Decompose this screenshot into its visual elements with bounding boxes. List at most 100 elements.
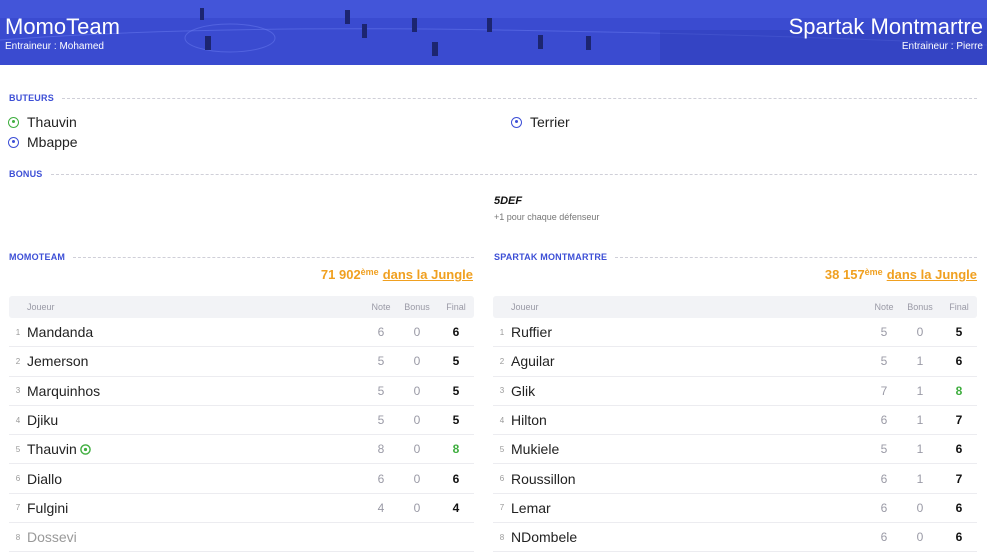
home-team-label: MOMOTEAM: [9, 252, 66, 262]
away-rank-number: 38 157: [824, 267, 865, 282]
table-row[interactable]: 1 Ruffier 5 0 5: [493, 318, 977, 348]
player-bonus: 1: [916, 471, 924, 486]
table-row[interactable]: 3 Marquinhos 5 0 5: [9, 377, 474, 406]
player-final: 6: [955, 442, 963, 457]
player-name[interactable]: Dossevi: [27, 529, 366, 545]
player-bonus: 0: [916, 530, 924, 545]
player-name[interactable]: Marquinhos: [27, 383, 366, 399]
table-row[interactable]: 6 Roussillon 6 1 7: [493, 464, 977, 494]
row-index: 5: [499, 444, 505, 454]
player-name[interactable]: Mukiele: [511, 441, 869, 457]
player-name[interactable]: Hilton: [511, 412, 869, 428]
player-name[interactable]: Jemerson: [27, 353, 366, 369]
away-scorer-name[interactable]: Terrier: [530, 114, 570, 130]
player-name-cell[interactable]: Thauvin: [27, 441, 366, 457]
player-note: 5: [377, 354, 385, 369]
home-scorer-name[interactable]: Thauvin: [27, 114, 77, 130]
player-final: 7: [955, 413, 963, 428]
row-index: 6: [15, 474, 21, 484]
away-rank-jungle-link[interactable]: dans la Jungle: [887, 267, 977, 282]
table-row[interactable]: 6 Diallo 6 0 6: [9, 464, 474, 494]
home-scorer-name[interactable]: Mbappe: [27, 134, 78, 150]
table-row[interactable]: 8 NDombele 6 0 6: [493, 523, 977, 553]
player-name[interactable]: Mandanda: [27, 324, 366, 340]
table-row[interactable]: 4 Hilton 6 1 7: [493, 406, 977, 436]
player-note: 5: [880, 325, 888, 340]
player-final: 8: [955, 383, 963, 398]
table-row[interactable]: 2 Aguilar 5 1 6: [493, 347, 977, 377]
table-row[interactable]: 8 Dossevi: [9, 523, 474, 553]
ball-green-icon: [8, 116, 19, 128]
player-note: 6: [880, 471, 888, 486]
player-final: 6: [955, 354, 963, 369]
row-index: 8: [499, 532, 505, 542]
home-players-table: Joueur Note Bonus Final 1 Mandanda 6 0 6…: [9, 296, 474, 553]
home-team-name[interactable]: MomoTeam: [5, 14, 120, 40]
player-final: 7: [955, 471, 963, 486]
scorers-section-label: BUTEURS: [9, 93, 54, 103]
away-team-coach: Entraineur : Pierre: [901, 41, 983, 52]
player-bonus: 0: [413, 354, 421, 369]
bonus-section-label: BONUS: [9, 169, 43, 179]
row-index: 1: [15, 327, 21, 337]
player-bonus: 0: [413, 471, 421, 486]
table-row[interactable]: 4 Djiku 5 0 5: [9, 406, 474, 436]
table-row[interactable]: 3 Glik 7 1 8: [493, 377, 977, 406]
row-index: 5: [15, 444, 21, 454]
player-note: 7: [880, 383, 888, 398]
home-rank-number: 71 902: [320, 267, 361, 282]
player-name[interactable]: Fulgini: [27, 500, 366, 516]
player-final: 4: [452, 500, 460, 515]
row-index: 7: [15, 503, 21, 513]
away-team-header: Spartak Montmartre Entraineur : Pierre: [789, 14, 983, 54]
player-final: 6: [955, 530, 963, 545]
section-divider: [61, 97, 977, 99]
player-name[interactable]: Djiku: [27, 412, 366, 428]
player-name[interactable]: Diallo: [27, 471, 366, 487]
player-note: 6: [880, 530, 888, 545]
away-rank-suffix: ème: [864, 267, 883, 277]
ball-blue-icon: [8, 136, 19, 148]
away-scorer: Terrier: [511, 114, 570, 130]
col-bonus: Bonus: [907, 302, 933, 312]
match-header: MomoTeam Entraineur : Mohamed Spartak Mo…: [0, 0, 987, 65]
away-bonus-title: 5DEF: [494, 195, 523, 207]
player-name[interactable]: NDombele: [511, 529, 869, 545]
row-index: 3: [15, 386, 21, 396]
section-divider: [50, 173, 977, 175]
player-bonus: 0: [916, 325, 924, 340]
home-team-section-header: MOMOTEAM: [9, 252, 474, 262]
col-player: Joueur: [511, 302, 539, 312]
player-note: 6: [880, 413, 888, 428]
player-note: 5: [377, 383, 385, 398]
player-name[interactable]: Glik: [511, 383, 869, 399]
player-name[interactable]: Thauvin: [27, 441, 77, 457]
away-team-name[interactable]: Spartak Montmartre: [789, 14, 983, 40]
player-name[interactable]: Roussillon: [511, 471, 869, 487]
player-name[interactable]: Aguilar: [511, 353, 869, 369]
away-team-ranking: 38 157 ème dans la Jungle: [825, 267, 977, 282]
ball-green-icon: [80, 444, 91, 456]
table-row[interactable]: 5 Mukiele 5 1 6: [493, 435, 977, 465]
table-header: Joueur Note Bonus Final: [493, 296, 977, 318]
table-row[interactable]: 7 Fulgini 4 0 4: [9, 494, 474, 524]
table-row[interactable]: 1 Mandanda 6 0 6: [9, 318, 474, 348]
home-team-header: MomoTeam Entraineur : Mohamed: [5, 14, 120, 54]
section-divider: [615, 256, 977, 258]
table-row[interactable]: 5 Thauvin 8 0 8: [9, 435, 474, 465]
player-final: 5: [452, 413, 460, 428]
table-row[interactable]: 7 Lemar 6 0 6: [493, 494, 977, 524]
player-final: 8: [452, 442, 460, 457]
home-team-coach: Entraineur : Mohamed: [5, 41, 104, 52]
row-index: 7: [499, 503, 505, 513]
player-note: 6: [377, 471, 385, 486]
table-row[interactable]: 2 Jemerson 5 0 5: [9, 347, 474, 377]
row-index: 4: [499, 415, 505, 425]
row-index: 1: [499, 327, 505, 337]
home-rank-jungle-link[interactable]: dans la Jungle: [383, 267, 473, 282]
player-final: 5: [452, 354, 460, 369]
player-name[interactable]: Ruffier: [511, 324, 869, 340]
player-note: 8: [377, 442, 385, 457]
away-team-label: SPARTAK MONTMARTRE: [494, 252, 608, 262]
player-name[interactable]: Lemar: [511, 500, 869, 516]
